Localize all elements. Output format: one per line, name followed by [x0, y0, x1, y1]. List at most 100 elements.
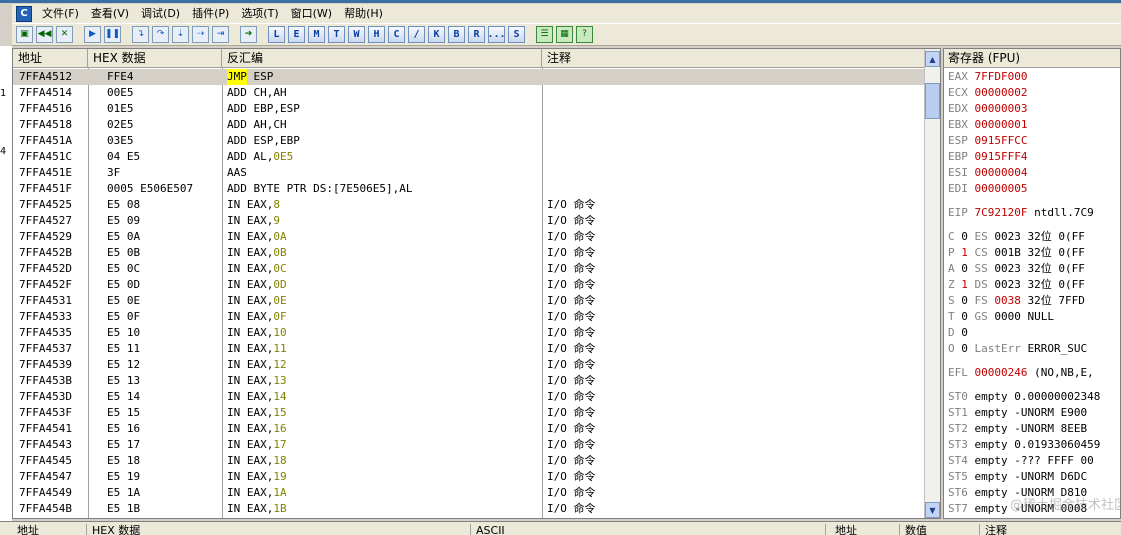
- register-line[interactable]: EDX 00000003: [948, 101, 1120, 117]
- eip-line[interactable]: EIP 7C92120F ntdll.7C9: [948, 205, 1120, 221]
- disassembly-row[interactable]: 7FFA4529 E5 0A IN EAX,0A I/O 命令: [13, 229, 926, 245]
- disassembly-row[interactable]: 7FFA452B E5 0B IN EAX,0B I/O 命令: [13, 245, 926, 261]
- run-icon[interactable]: ▶: [84, 26, 101, 43]
- disassembly-pane[interactable]: 地址 HEX 数据 反汇编 注释 7FFA4512 FFE4 JMP ESP 7FFA…: [12, 48, 941, 519]
- register-line[interactable]: ESI 00000004: [948, 165, 1120, 181]
- menu-file[interactable]: 文件(F): [36, 4, 85, 23]
- toolbar-modules-button[interactable]: E: [288, 26, 305, 43]
- fpu-line[interactable]: ST4 empty -??? FFFF 00: [948, 453, 1120, 469]
- menu-options[interactable]: 选项(T): [235, 4, 284, 23]
- step-into-icon[interactable]: ↴: [132, 26, 149, 43]
- disassembly-row[interactable]: 7FFA4518 02E5 ADD AH,CH: [13, 117, 926, 133]
- registers-pane[interactable]: 寄存器 (FPU) EAX 7FFDF000 ECX 00000002 EDX 00…: [943, 48, 1121, 519]
- disassembly-row[interactable]: 7FFA452F E5 0D IN EAX,0D I/O 命令: [13, 277, 926, 293]
- menu-plugins[interactable]: 插件(P): [186, 4, 235, 23]
- efl-line[interactable]: EFL 00000246 (NO,NB,E,: [948, 365, 1120, 381]
- flag-line[interactable]: T 0 GS 0000 NULL: [948, 309, 1120, 325]
- grid-icon[interactable]: ▦: [556, 26, 573, 43]
- fpu-line[interactable]: ST5 empty -UNORM D6DC: [948, 469, 1120, 485]
- open-file-icon[interactable]: ▣: [16, 26, 33, 43]
- disassembly-scrollbar[interactable]: ▲ ▼: [924, 49, 940, 518]
- trace-into-icon[interactable]: ⇣: [172, 26, 189, 43]
- menu-view[interactable]: 查看(V): [85, 4, 135, 23]
- execute-till-return-icon[interactable]: ⇥: [212, 26, 229, 43]
- toolbar-callstack-button[interactable]: K: [428, 26, 445, 43]
- disassembly-row[interactable]: 7FFA4512 FFE4 JMP ESP: [13, 69, 926, 85]
- scroll-down-icon[interactable]: ▼: [925, 502, 940, 518]
- toolbar-source-button[interactable]: S: [508, 26, 525, 43]
- disassembly-row[interactable]: 7FFA4541 E5 16 IN EAX,16 I/O 命令: [13, 421, 926, 437]
- fpu-line[interactable]: ST3 empty 0.01933060459: [948, 437, 1120, 453]
- disassembly-row[interactable]: 7FFA451E 3F AAS: [13, 165, 926, 181]
- disassembly-row[interactable]: 7FFA4539 E5 12 IN EAX,12 I/O 命令: [13, 357, 926, 373]
- close-program-icon[interactable]: ✕: [56, 26, 73, 43]
- toolbar-windows-button[interactable]: W: [348, 26, 365, 43]
- disassembly-row[interactable]: 7FFA4516 01E5 ADD EBP,ESP: [13, 101, 926, 117]
- col-hex[interactable]: HEX 数据: [88, 49, 222, 68]
- toolbar-patches-button[interactable]: /: [408, 26, 425, 43]
- goto-icon[interactable]: ➔: [240, 26, 257, 43]
- disassembly-row[interactable]: 7FFA453B E5 13 IN EAX,13 I/O 命令: [13, 373, 926, 389]
- disassembly-row[interactable]: 7FFA4514 00E5 ADD CH,AH: [13, 85, 926, 101]
- disassembly-row[interactable]: 7FFA453F E5 15 IN EAX,15 I/O 命令: [13, 405, 926, 421]
- dump-col-address[interactable]: 地址: [12, 524, 87, 535]
- stack-col-comment[interactable]: 注释: [980, 524, 1121, 535]
- register-line[interactable]: EAX 7FFDF000: [948, 69, 1120, 85]
- disassembly-row[interactable]: 7FFA4549 E5 1A IN EAX,1A I/O 命令: [13, 485, 926, 501]
- disassembly-row[interactable]: 7FFA4531 E5 0E IN EAX,0E I/O 命令: [13, 293, 926, 309]
- flag-line[interactable]: S 0 FS 0038 32位 7FFD: [948, 293, 1120, 309]
- disassembly-row[interactable]: 7FFA4527 E5 09 IN EAX,9 I/O 命令: [13, 213, 926, 229]
- stack-col-value[interactable]: 数值: [900, 524, 980, 535]
- trace-over-icon[interactable]: ⇢: [192, 26, 209, 43]
- disassembly-row[interactable]: 7FFA4537 E5 11 IN EAX,11 I/O 命令: [13, 341, 926, 357]
- app-icon[interactable]: C: [16, 5, 32, 22]
- flag-line[interactable]: C 0 ES 0023 32位 0(FF: [948, 229, 1120, 245]
- disassembly-row[interactable]: 7FFA451A 03E5 ADD ESP,EBP: [13, 133, 926, 149]
- stack-col-address[interactable]: 地址: [830, 524, 900, 535]
- fpu-line[interactable]: ST0 empty 0.00000002348: [948, 389, 1120, 405]
- disassembly-row[interactable]: 7FFA4547 E5 19 IN EAX,19 I/O 命令: [13, 469, 926, 485]
- flag-line[interactable]: O 0 LastErr ERROR_SUC: [948, 341, 1120, 357]
- toolbar-cpu-button[interactable]: C: [388, 26, 405, 43]
- toolbar-log-button[interactable]: L: [268, 26, 285, 43]
- register-line[interactable]: ECX 00000002: [948, 85, 1120, 101]
- menu-debug[interactable]: 调试(D): [135, 4, 186, 23]
- fpu-line[interactable]: ST2 empty -UNORM 8EEB: [948, 421, 1120, 437]
- col-address[interactable]: 地址: [13, 49, 88, 68]
- register-line[interactable]: EBP 0915FFF4: [948, 149, 1120, 165]
- disassembly-row[interactable]: 7FFA4525 E5 08 IN EAX,8 I/O 命令: [13, 197, 926, 213]
- disassembly-row[interactable]: 7FFA452D E5 0C IN EAX,0C I/O 命令: [13, 261, 926, 277]
- flag-line[interactable]: P 1 CS 001B 32位 0(FF: [948, 245, 1120, 261]
- col-comment[interactable]: 注释: [542, 49, 926, 68]
- list-icon[interactable]: ☰: [536, 26, 553, 43]
- flag-line[interactable]: Z 1 DS 0023 32位 0(FF: [948, 277, 1120, 293]
- step-over-icon[interactable]: ↷: [152, 26, 169, 43]
- restart-icon[interactable]: ◀◀: [36, 26, 53, 43]
- scroll-up-icon[interactable]: ▲: [925, 51, 940, 67]
- disassembly-row[interactable]: 7FFA4535 E5 10 IN EAX,10 I/O 命令: [13, 325, 926, 341]
- register-line[interactable]: ESP 0915FFCC: [948, 133, 1120, 149]
- toolbar-breakpoints-button[interactable]: B: [448, 26, 465, 43]
- toolbar-memory-button[interactable]: M: [308, 26, 325, 43]
- toolbar-references-button[interactable]: R: [468, 26, 485, 43]
- disassembly-row[interactable]: 7FFA4545 E5 18 IN EAX,18 I/O 命令: [13, 453, 926, 469]
- disassembly-row[interactable]: 7FFA451F 0005 E506E507 ADD BYTE PTR DS:[7E…: [13, 181, 926, 197]
- help-icon[interactable]: ?: [576, 26, 593, 43]
- dump-col-ascii[interactable]: ASCII: [471, 524, 826, 535]
- col-disasm[interactable]: 反汇编: [222, 49, 542, 68]
- fpu-line[interactable]: ST1 empty -UNORM E900: [948, 405, 1120, 421]
- toolbar-threads-button[interactable]: T: [328, 26, 345, 43]
- disassembly-row[interactable]: 7FFA4543 E5 17 IN EAX,17 I/O 命令: [13, 437, 926, 453]
- dump-col-hex[interactable]: HEX 数据: [87, 524, 471, 535]
- disassembly-row[interactable]: 7FFA453D E5 14 IN EAX,14 I/O 命令: [13, 389, 926, 405]
- pause-icon[interactable]: ❚❚: [104, 26, 121, 43]
- disassembly-row[interactable]: 7FFA454B E5 1B IN EAX,1B I/O 命令: [13, 501, 926, 517]
- register-line[interactable]: EDI 00000005: [948, 181, 1120, 197]
- register-line[interactable]: EBX 00000001: [948, 117, 1120, 133]
- menu-help[interactable]: 帮助(H): [338, 4, 389, 23]
- menu-window[interactable]: 窗口(W): [285, 4, 338, 23]
- toolbar-run-trace-button[interactable]: ...: [487, 26, 506, 43]
- toolbar-handles-button[interactable]: H: [368, 26, 385, 43]
- flag-line[interactable]: A 0 SS 0023 32位 0(FF: [948, 261, 1120, 277]
- disassembly-row[interactable]: 7FFA451C 04 E5 ADD AL,0E5: [13, 149, 926, 165]
